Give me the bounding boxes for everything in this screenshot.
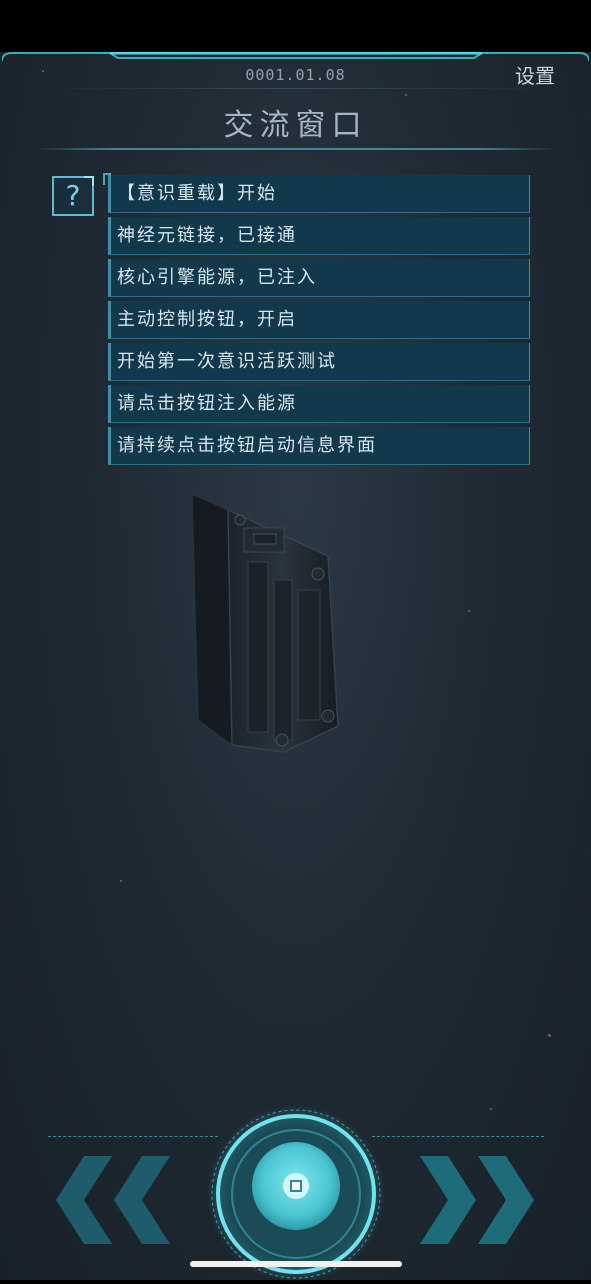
home-indicator — [190, 1261, 402, 1267]
page-title: 交流窗口 — [223, 108, 368, 143]
message-item: 主动控制按钮，开启 — [108, 301, 530, 339]
double-chevron-left-icon[interactable] — [54, 1150, 174, 1250]
star — [120, 880, 122, 882]
help-button[interactable]: ? — [52, 176, 94, 216]
control-divider-right — [372, 1136, 544, 1137]
double-chevron-right-icon[interactable] — [416, 1150, 536, 1250]
message-item: 神经元链接，已接通 — [108, 217, 530, 255]
help-icon: ? — [65, 179, 81, 212]
message-item: 请持续点击按钮启动信息界面 — [108, 427, 530, 465]
message-item: 【意识重载】开始 — [103, 173, 530, 213]
star — [468, 610, 470, 612]
header-divider-top — [36, 88, 556, 89]
message-item: 开始第一次意识活跃测试 — [108, 343, 530, 381]
message-item: 核心引擎能源，已注入 — [108, 259, 530, 297]
control-divider-left — [48, 1136, 218, 1137]
message-log: 【意识重载】开始 神经元链接，已接通 核心引擎能源，已注入 主动控制按钮，开启 … — [103, 173, 530, 469]
frame-top-border — [2, 52, 589, 62]
message-item: 请点击按钮注入能源 — [108, 385, 530, 423]
title-divider — [36, 148, 556, 150]
game-date: 0001.01.08 — [245, 66, 346, 84]
status-bar-area — [0, 0, 591, 52]
mechanical-device — [191, 493, 339, 753]
energy-core-button[interactable] — [206, 1104, 386, 1284]
settings-button[interactable]: 设置 — [515, 60, 555, 89]
star — [490, 1108, 492, 1110]
star — [548, 1034, 551, 1037]
star — [405, 94, 407, 96]
